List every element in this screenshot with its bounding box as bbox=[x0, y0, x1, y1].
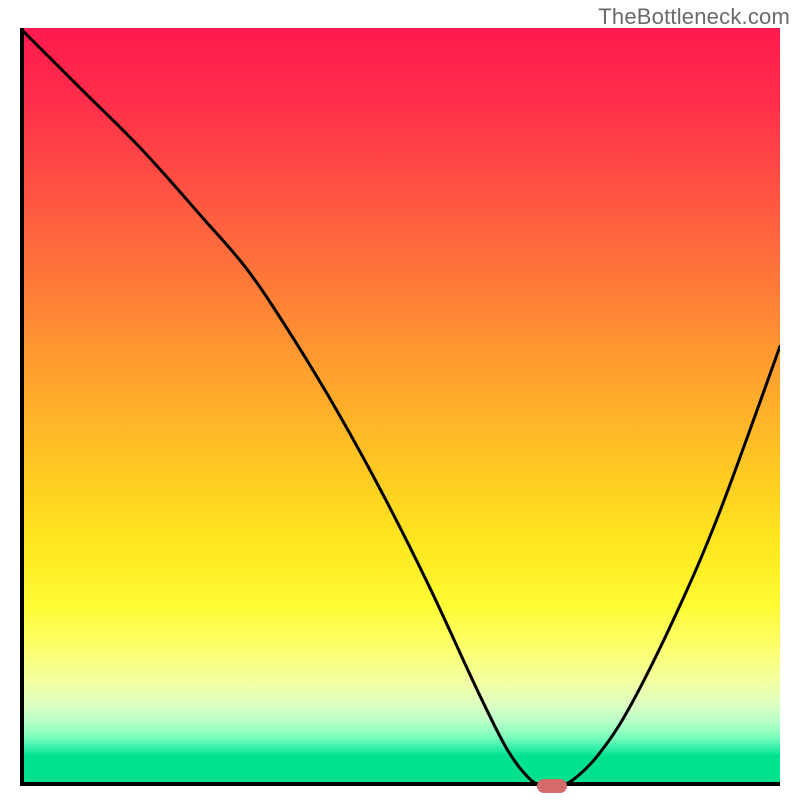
watermark-text: TheBottleneck.com bbox=[598, 4, 790, 30]
x-axis bbox=[20, 782, 780, 786]
optimal-marker bbox=[537, 779, 567, 793]
chart-container: TheBottleneck.com bbox=[0, 0, 800, 800]
y-axis bbox=[20, 28, 24, 786]
plot-area bbox=[20, 28, 780, 786]
bottleneck-curve bbox=[20, 28, 780, 786]
